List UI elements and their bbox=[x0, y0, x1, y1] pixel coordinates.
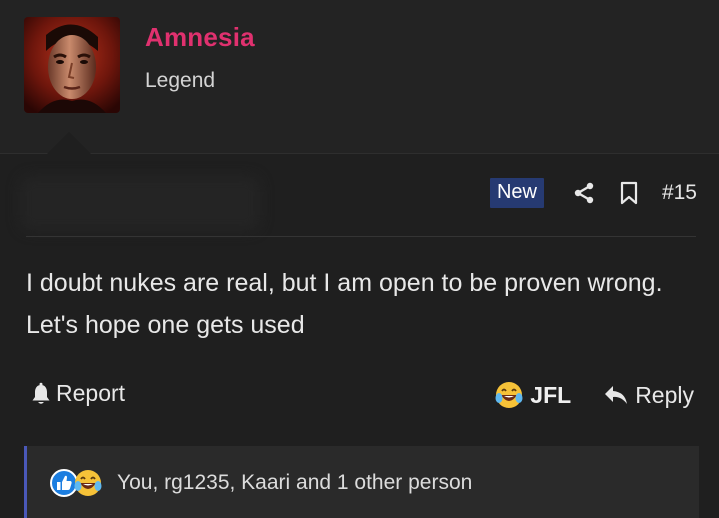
reaction-icons bbox=[49, 468, 103, 498]
bell-icon bbox=[32, 382, 50, 404]
jfl-label: JFL bbox=[530, 381, 572, 408]
post-actions: Report JFL Reply bbox=[26, 378, 696, 414]
reply-button[interactable]: Reply bbox=[603, 382, 694, 409]
report-button[interactable]: Report bbox=[30, 380, 125, 407]
share-icon[interactable] bbox=[572, 181, 596, 205]
post-number[interactable]: #15 bbox=[662, 181, 697, 205]
speech-arrow bbox=[47, 132, 91, 154]
reply-label: Reply bbox=[635, 381, 694, 408]
report-label: Report bbox=[56, 380, 126, 406]
new-badge: New bbox=[489, 178, 544, 208]
crying-laughing-emoji-icon bbox=[74, 470, 102, 496]
avatar-image bbox=[24, 17, 120, 113]
reply-arrow-icon bbox=[605, 386, 628, 404]
blurred-region bbox=[20, 176, 260, 231]
post-attribution: New #15 bbox=[489, 178, 697, 208]
message-text: I doubt nukes are real, but I am open to… bbox=[26, 269, 663, 339]
message-body: New #15 I doubt nukes are real, but I am… bbox=[0, 154, 719, 518]
forum-post: Amnesia Legend New #15 I doubt nukes are… bbox=[0, 0, 719, 518]
reaction-summary[interactable]: You, rg1235, Kaari and 1 other person bbox=[117, 471, 472, 495]
avatar[interactable] bbox=[24, 17, 120, 113]
user-title: Legend bbox=[145, 69, 216, 92]
user-header: Amnesia Legend bbox=[0, 0, 719, 154]
divider bbox=[26, 236, 696, 237]
username[interactable]: Amnesia bbox=[145, 22, 255, 53]
bookmark-icon[interactable] bbox=[618, 181, 640, 205]
right-actions: JFL Reply bbox=[494, 380, 694, 410]
reactions-bar[interactable]: You, rg1235, Kaari and 1 other person bbox=[24, 446, 699, 518]
crying-laughing-emoji-icon bbox=[495, 382, 523, 408]
jfl-reaction-button[interactable]: JFL bbox=[494, 380, 571, 410]
